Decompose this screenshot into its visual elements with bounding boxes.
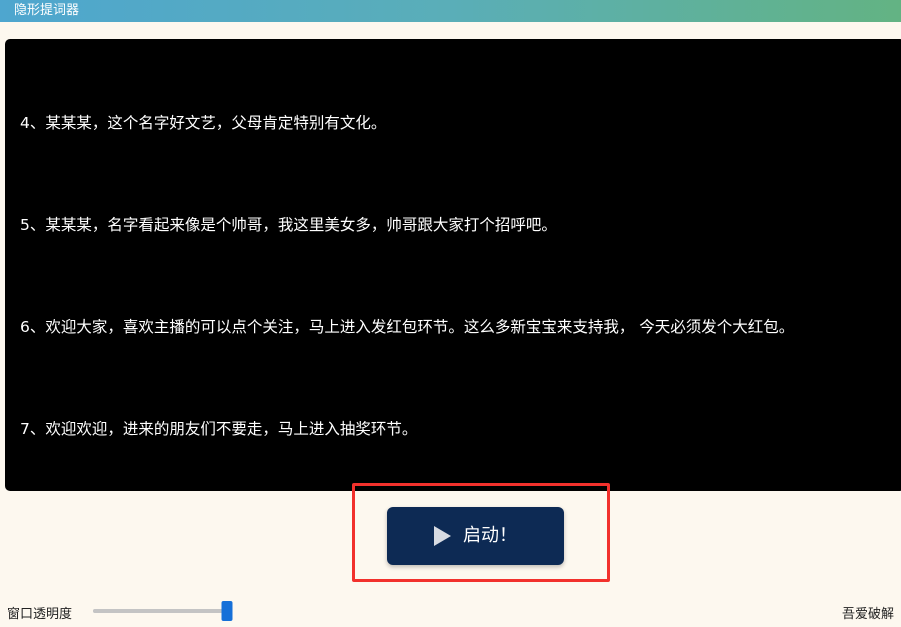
opacity-slider-fill — [93, 609, 227, 613]
window-title: 隐形提词器 — [14, 3, 80, 18]
play-icon — [434, 526, 451, 546]
start-button[interactable]: 启动！ — [387, 507, 564, 565]
script-line: 5、某某某，名字看起来像是个帅哥，我这里美女多，帅哥跟大家打个招呼吧。 — [20, 216, 557, 234]
script-line: 4、某某某，这个名字好文艺，父母肯定特别有文化。 — [20, 114, 387, 132]
opacity-label: 窗口透明度 — [7, 607, 73, 622]
credit-text: 吾爱破解 — [842, 607, 895, 622]
script-line: 6、欢迎大家，喜欢主播的可以点个关注，马上进入发红包环节。这么多新宝宝来支持我，… — [20, 318, 795, 336]
title-bar[interactable]: 隐形提词器 — [0, 0, 901, 22]
opacity-slider[interactable] — [93, 601, 233, 621]
script-line: 7、欢迎欢迎，进来的朋友们不要走，马上进入抽奖环节。 — [20, 420, 418, 438]
opacity-slider-thumb[interactable] — [221, 601, 233, 621]
teleprompter-text-panel[interactable]: 4、某某某，这个名字好文艺，父母肯定特别有文化。 5、某某某，名字看起来像是个帅… — [5, 39, 901, 491]
start-button-label: 启动！ — [463, 525, 517, 546]
